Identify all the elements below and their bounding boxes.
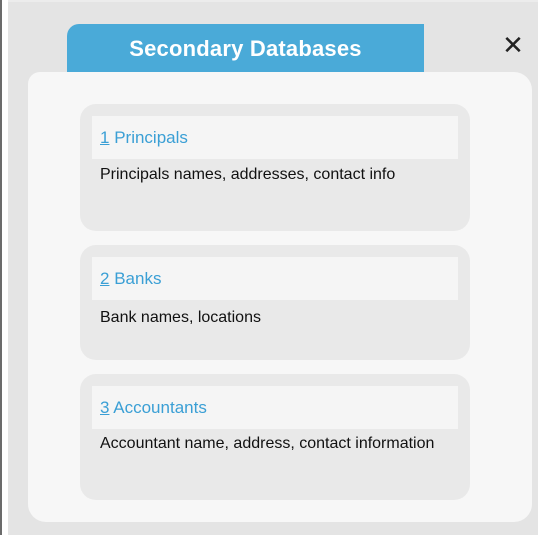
app-window: Secondary Databases ✕ 1 Principals Princ… <box>0 0 538 535</box>
link-accountants[interactable]: 3 Accountants <box>100 398 207 418</box>
window-left-border <box>0 0 2 535</box>
card-header: 3 Accountants <box>92 386 458 429</box>
card-header: 1 Principals <box>92 116 458 159</box>
link-principals[interactable]: 1 Principals <box>100 128 188 148</box>
card-description: Principals names, addresses, contact inf… <box>100 166 396 183</box>
link-number: 1 <box>100 127 110 147</box>
link-label: Banks <box>114 268 162 288</box>
link-label: Principals <box>114 127 188 147</box>
card-accountants[interactable]: 3 Accountants Accountant name, address, … <box>80 374 470 500</box>
link-banks[interactable]: 2 Banks <box>100 269 161 289</box>
link-label: Accountants <box>113 397 207 417</box>
dialog-title: Secondary Databases <box>129 36 362 61</box>
card-banks[interactable]: 2 Banks Bank names, locations <box>80 245 470 360</box>
dialog-title-tab: Secondary Databases <box>67 24 424 74</box>
close-button[interactable]: ✕ <box>500 30 526 60</box>
card-principals[interactable]: 1 Principals Principals names, addresses… <box>80 104 470 231</box>
card-description: Accountant name, address, contact inform… <box>100 435 435 452</box>
link-number: 2 <box>100 268 110 288</box>
card-header: 2 Banks <box>92 257 458 300</box>
link-number: 3 <box>100 397 110 417</box>
close-icon: ✕ <box>502 30 524 60</box>
card-description: Bank names, locations <box>100 309 261 326</box>
